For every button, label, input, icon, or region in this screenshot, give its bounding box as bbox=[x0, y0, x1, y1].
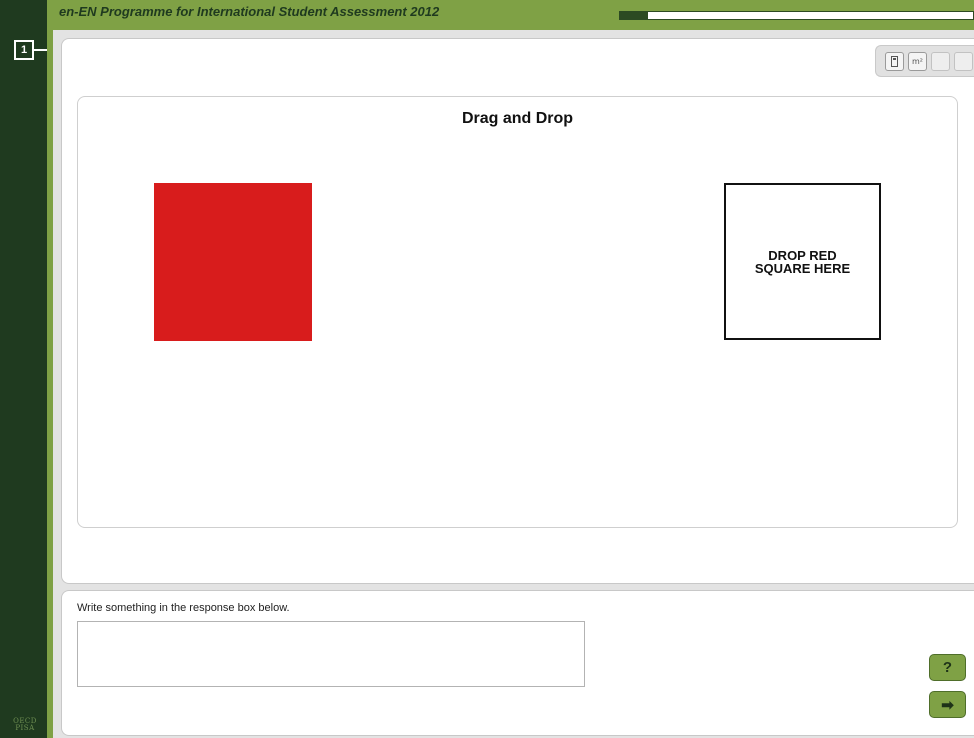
question-prompt: Write something in the response box belo… bbox=[77, 602, 290, 614]
progress-bar-fill bbox=[620, 12, 649, 19]
area-unit-button[interactable]: m² bbox=[908, 51, 927, 71]
stimulus-panel: m² Drag and Drop DROP RED SQUARE HERE bbox=[61, 38, 974, 584]
calculator-icon bbox=[891, 55, 898, 67]
draggable-red-square[interactable] bbox=[154, 183, 312, 341]
disabled-tool-button bbox=[931, 51, 950, 71]
main-area: m² Drag and Drop DROP RED SQUARE HERE Wr… bbox=[53, 30, 974, 738]
response-panel: Write something in the response box belo… bbox=[61, 590, 974, 736]
assessment-title: en-EN Programme for International Studen… bbox=[59, 4, 440, 19]
stimulus-title: Drag and Drop bbox=[461, 110, 574, 127]
oecd-pisa-logo: OECD PISA bbox=[13, 717, 37, 732]
disabled-tool-button bbox=[954, 51, 973, 71]
calculator-button[interactable] bbox=[885, 51, 904, 71]
toolbox: m² bbox=[875, 45, 974, 77]
response-textbox[interactable] bbox=[77, 621, 585, 687]
drag-drop-area: Drag and Drop DROP RED SQUARE HERE bbox=[77, 96, 958, 528]
page-number-indicator[interactable]: 1 bbox=[14, 40, 34, 60]
next-arrow-button[interactable]: ➡ bbox=[929, 691, 966, 718]
drop-zone-label: DROP RED SQUARE HERE bbox=[754, 247, 851, 276]
area-unit-icon: m² bbox=[912, 56, 923, 66]
header-bar: en-EN Programme for International Studen… bbox=[53, 0, 974, 30]
page-connector bbox=[34, 49, 47, 51]
drop-zone[interactable]: DROP RED SQUARE HERE bbox=[724, 183, 881, 340]
help-button[interactable]: ? bbox=[929, 654, 966, 681]
progress-bar bbox=[619, 11, 974, 20]
left-sidebar: 1 OECD PISA bbox=[0, 0, 47, 738]
